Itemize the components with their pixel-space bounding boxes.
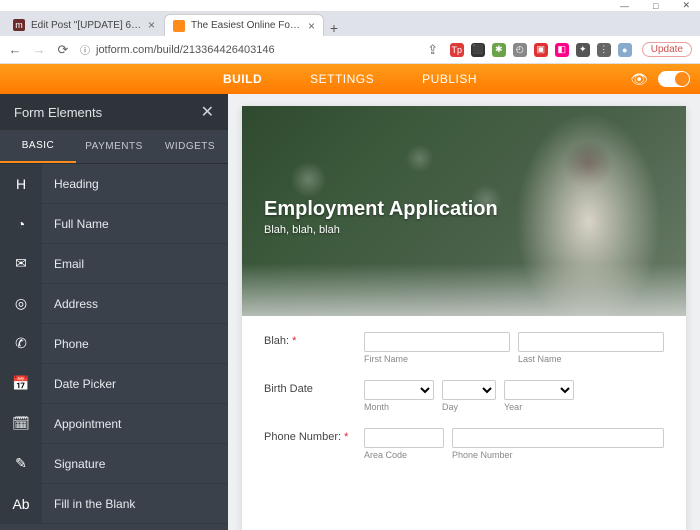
month-select[interactable] [364,380,434,400]
element-fill-in-the-blank[interactable]: AbFill in the Blank [0,484,228,524]
share-icon[interactable]: ⇪ [426,42,440,58]
last-name-input[interactable] [518,332,664,352]
element-label: Fill in the Blank [42,497,135,511]
input-caption: Area Code [364,450,444,460]
tab-strip: m Edit Post "[UPDATE] 6 Free Altern × Th… [0,12,700,36]
extensions: Tp ⬛ ✱ ◴ ▣ ◧ ✦ ⋮ ● [450,43,632,57]
window-close[interactable]: ✕ [676,0,696,11]
form-canvas[interactable]: ⚒ Employment Application Blah, blah, bla… [228,94,700,530]
extension-icon[interactable]: ● [618,43,632,57]
form-header-image[interactable]: Employment Application Blah, blah, blah [242,106,686,316]
form-title: Employment Application [264,198,498,221]
tab-publish[interactable]: PUBLISH [418,66,481,92]
tab-close-icon[interactable]: × [148,19,155,31]
extension-icon[interactable]: ✦ [576,43,590,57]
element-icon: ✎ [0,444,42,483]
form-preview: Employment Application Blah, blah, blah … [242,106,686,530]
element-icon: ✉ [0,244,42,283]
new-tab-button[interactable]: + [324,20,344,36]
favicon-icon: m [13,19,25,31]
element-address[interactable]: ◎Address [0,284,228,324]
element-label: Address [42,297,98,311]
day-select[interactable] [442,380,496,400]
browser-tab-1[interactable]: The Easiest Online Form Builder | × [164,14,324,36]
url-text: jotform.com/build/213364426403146 [96,44,275,56]
element-label: Email [42,257,84,271]
element-phone[interactable]: ✆Phone [0,324,228,364]
browser-tab-0[interactable]: m Edit Post "[UPDATE] 6 Free Altern × [4,14,164,36]
element-date-picker[interactable]: 📅Date Picker [0,364,228,404]
form-elements-sidebar: Form Elements ✕ BASIC PAYMENTS WIDGETS H… [0,94,228,530]
field-label: Blah: [264,335,289,347]
element-icon: H [0,164,42,203]
element-label: Signature [42,457,105,471]
builder-top-bar: BUILD SETTINGS PUBLISH 👁 [0,64,700,94]
extension-icon[interactable]: ▣ [534,43,548,57]
element-icon: Ab [0,484,42,523]
element-icon: ◔ [0,204,42,243]
tab-close-icon[interactable]: × [308,20,315,32]
first-name-input[interactable] [364,332,510,352]
tab-settings[interactable]: SETTINGS [306,66,378,92]
field-phone[interactable]: Phone Number: * Area Code Phone Number [264,428,664,460]
address-bar[interactable]: ⓘ jotform.com/build/213364426403146 [80,42,416,57]
year-select[interactable] [504,380,574,400]
extension-icon[interactable]: ⋮ [597,43,611,57]
field-label: Phone Number: [264,431,341,443]
element-appointment[interactable]: 🗓Appointment [0,404,228,444]
extension-icon[interactable]: ✱ [492,43,506,57]
element-icon: ✆ [0,324,42,363]
element-label: Date Picker [42,377,116,391]
extension-icon[interactable]: ⬛ [471,43,485,57]
sidebar-tab-basic[interactable]: BASIC [0,130,76,163]
sidebar-tab-payments[interactable]: PAYMENTS [76,130,152,163]
required-mark: * [344,431,348,443]
element-full-name[interactable]: ◔Full Name [0,204,228,244]
sidebar-tab-widgets[interactable]: WIDGETS [152,130,228,163]
field-birthdate[interactable]: Birth Date Month Day Year [264,380,664,412]
element-heading[interactable]: HHeading [0,164,228,204]
area-code-input[interactable] [364,428,444,448]
extension-icon[interactable]: Tp [450,43,464,57]
window-maximize[interactable]: □ [647,1,664,11]
reload-button[interactable]: ⟳ [56,42,70,58]
site-info-icon[interactable]: ⓘ [80,42,90,57]
field-label: Birth Date [264,383,313,395]
extension-icon[interactable]: ◧ [555,43,569,57]
back-button[interactable]: ← [8,42,22,57]
element-label: Heading [42,177,99,191]
tab-title: Edit Post "[UPDATE] 6 Free Altern [31,20,142,31]
input-caption: Day [442,402,496,412]
window-minimize[interactable]: — [614,1,635,11]
tab-title: The Easiest Online Form Builder | [191,20,302,31]
address-bar-row: ← → ⟳ ⓘ jotform.com/build/21336442640314… [0,36,700,64]
update-button[interactable]: Update [642,42,692,57]
element-signature[interactable]: ✎Signature [0,444,228,484]
field-name[interactable]: Blah: * First Name Last Name [264,332,664,364]
preview-icon[interactable]: 👁 [630,71,648,88]
input-caption: Month [364,402,434,412]
input-caption: Last Name [518,354,664,364]
close-icon[interactable]: ✕ [201,102,214,122]
forward-button[interactable]: → [32,42,46,57]
sidebar-title: Form Elements [14,105,102,120]
favicon-icon [173,20,185,32]
element-icon: 🗓 [0,404,42,443]
element-email[interactable]: ✉Email [0,244,228,284]
phone-number-input[interactable] [452,428,664,448]
preview-toggle[interactable] [658,71,690,87]
extension-icon[interactable]: ◴ [513,43,527,57]
tab-build[interactable]: BUILD [219,66,266,92]
element-label: Phone [42,337,89,351]
element-icon: 📅 [0,364,42,403]
element-icon: ◎ [0,284,42,323]
element-label: Full Name [42,217,109,231]
input-caption: Phone Number [452,450,664,460]
element-label: Appointment [42,417,121,431]
form-subtitle: Blah, blah, blah [264,224,340,236]
input-caption: First Name [364,354,510,364]
required-mark: * [292,335,296,347]
input-caption: Year [504,402,574,412]
